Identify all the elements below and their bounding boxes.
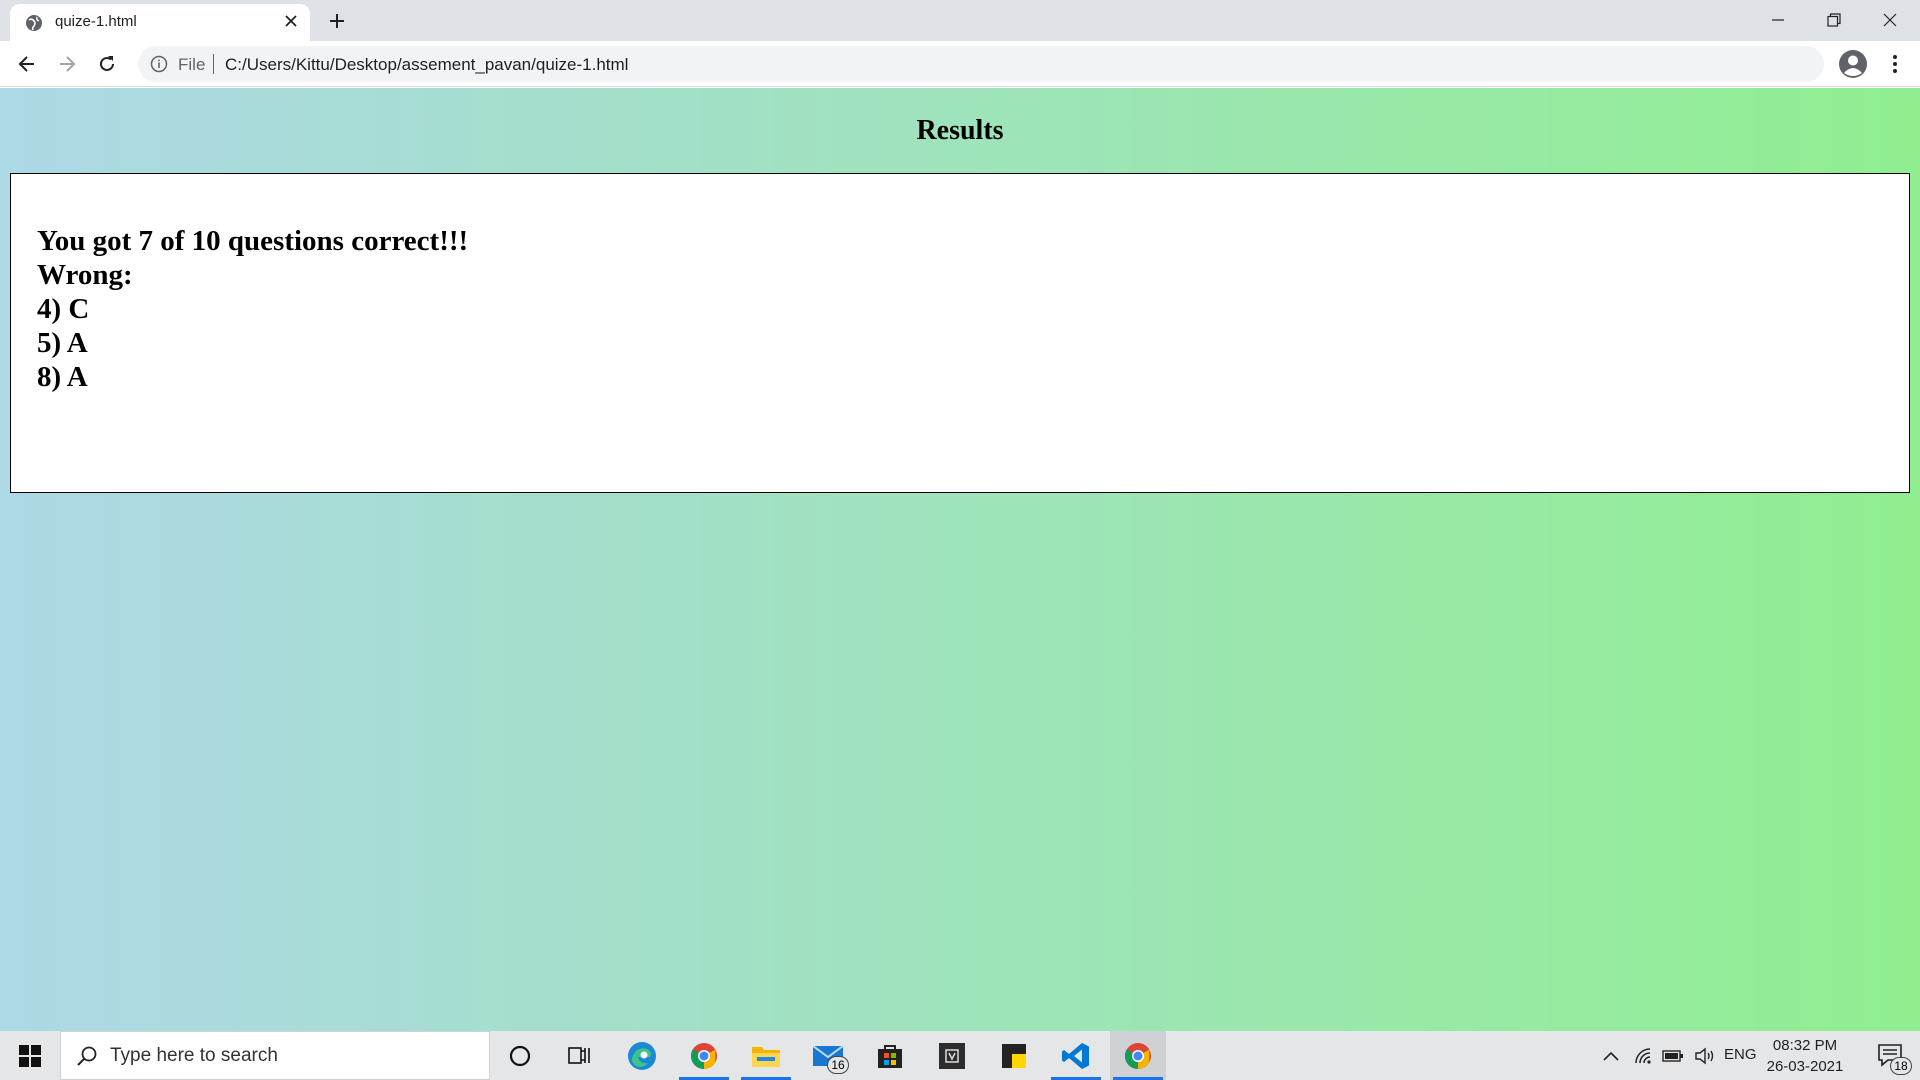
browser-toolbar: File C:/Users/Kittu/Desktop/assement_pav… <box>0 41 1920 87</box>
globe-icon <box>26 15 42 31</box>
url-scheme-label: File <box>178 55 206 74</box>
mail-icon[interactable]: 16 <box>800 1031 856 1080</box>
results-heading: Results <box>916 115 1004 146</box>
show-hidden-icons-chevron-icon[interactable] <box>1596 1031 1626 1080</box>
reload-icon[interactable] <box>93 50 121 78</box>
back-arrow-icon[interactable] <box>13 50 41 78</box>
chrome-active-icon[interactable] <box>1110 1031 1166 1080</box>
file-explorer-icon[interactable] <box>738 1031 794 1080</box>
store-icon[interactable] <box>862 1031 918 1080</box>
wrong-answer-item: 5) A <box>37 327 88 359</box>
results-panel: You got 7 of 10 questions correct!!! Wro… <box>10 173 1910 493</box>
score-line: You got 7 of 10 questions correct!!! <box>37 225 469 257</box>
search-placeholder: Type here to search <box>110 1045 278 1066</box>
wifi-icon[interactable] <box>1630 1031 1658 1080</box>
wrong-label: Wrong: <box>37 259 133 291</box>
restore-icon[interactable] <box>1806 0 1862 40</box>
minimize-icon[interactable] <box>1750 0 1806 40</box>
wrong-answer-item: 4) C <box>37 293 90 325</box>
notification-center-icon[interactable]: 18 <box>1866 1031 1916 1080</box>
vscode-icon[interactable] <box>1048 1031 1104 1080</box>
clock[interactable]: 08:32 PM 26-03-2021 <box>1762 1035 1848 1077</box>
mail-badge: 16 <box>827 1056 849 1074</box>
wrong-answer-item: 8) A <box>37 361 88 393</box>
battery-icon[interactable] <box>1658 1031 1688 1080</box>
taskbar: Type here to search 16 ENG 08:32 PM 26-0… <box>0 1031 1920 1080</box>
tab-close-icon[interactable] <box>280 10 302 32</box>
language-indicator[interactable]: ENG <box>1724 1046 1757 1063</box>
page-viewport: Results You got 7 of 10 questions correc… <box>0 88 1920 1031</box>
browser-menu-icon[interactable] <box>1882 50 1908 78</box>
app-icon[interactable] <box>924 1031 980 1080</box>
url-text[interactable]: C:/Users/Kittu/Desktop/assement_pavan/qu… <box>225 55 628 75</box>
tab-title: quize-1.html <box>55 13 137 30</box>
clock-date: 26-03-2021 <box>1766 1058 1844 1075</box>
results-text: You got 7 of 10 questions correct!!! Wro… <box>37 224 468 394</box>
task-view-icon[interactable] <box>552 1031 608 1080</box>
clock-time: 08:32 PM <box>1772 1037 1838 1054</box>
address-bar[interactable]: File C:/Users/Kittu/Desktop/assement_pav… <box>138 46 1824 82</box>
windows-start-icon[interactable] <box>0 1031 60 1080</box>
browser-tabstrip: quize-1.html <box>0 0 1920 41</box>
edge-icon[interactable] <box>614 1031 670 1080</box>
cortana-icon[interactable] <box>492 1031 548 1080</box>
volume-icon[interactable] <box>1690 1031 1720 1080</box>
url-separator <box>213 54 214 74</box>
browser-tab[interactable]: quize-1.html <box>10 4 310 41</box>
sticky-notes-icon[interactable] <box>986 1031 1042 1080</box>
chrome-icon[interactable] <box>676 1031 732 1080</box>
search-icon <box>77 1046 97 1066</box>
new-tab-icon[interactable] <box>324 8 350 34</box>
taskbar-search-box[interactable]: Type here to search <box>60 1031 490 1080</box>
info-icon[interactable] <box>150 55 168 73</box>
close-window-icon[interactable] <box>1862 0 1918 40</box>
forward-arrow-icon[interactable] <box>53 50 81 78</box>
profile-avatar-icon[interactable] <box>1838 49 1868 79</box>
notification-badge: 18 <box>1890 1057 1912 1075</box>
